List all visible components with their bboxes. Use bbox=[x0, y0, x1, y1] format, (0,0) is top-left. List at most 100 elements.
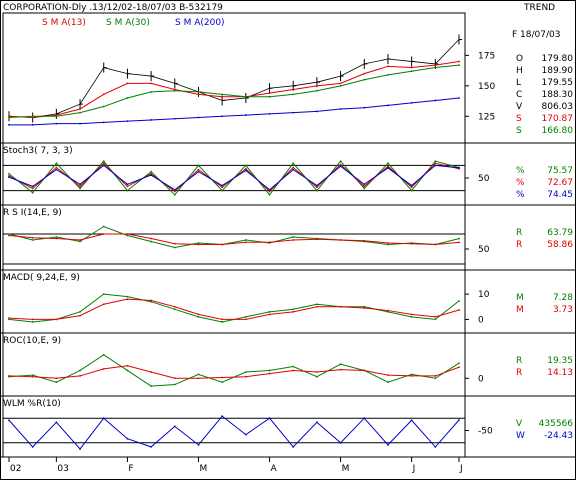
roc-data-point bbox=[315, 375, 318, 378]
macd-data-point bbox=[197, 313, 200, 316]
stochastic-data-point bbox=[221, 189, 224, 192]
rsi-data-point bbox=[150, 240, 153, 243]
williams-data-point bbox=[102, 417, 105, 420]
stochastic-data-point bbox=[197, 170, 200, 173]
roc-data-point bbox=[55, 377, 58, 380]
price-data-point bbox=[55, 122, 58, 125]
rsi-data-point bbox=[292, 236, 295, 238]
price-data-point bbox=[102, 93, 105, 96]
stochastic-data-point bbox=[387, 165, 389, 168]
roc-data-point bbox=[458, 366, 460, 369]
roc-data-point bbox=[339, 363, 342, 366]
williams-data-point bbox=[221, 415, 224, 418]
price-data-point bbox=[150, 91, 153, 93]
macd-data-point bbox=[79, 314, 81, 317]
stochastic-data-point bbox=[339, 163, 342, 166]
stochastic-value: 74.45 bbox=[547, 190, 573, 200]
roc-data-point bbox=[31, 374, 34, 377]
price-data-point bbox=[173, 89, 176, 92]
price-data-point bbox=[434, 66, 437, 69]
price-data-point bbox=[434, 64, 437, 67]
info-row-value: 189.90 bbox=[542, 66, 574, 76]
price-data-point bbox=[221, 95, 224, 98]
macd-title: MACD( 9,24,E, 9) bbox=[3, 273, 80, 283]
stochastic-data-point bbox=[197, 168, 200, 171]
rsi-data-point bbox=[197, 243, 200, 246]
price-data-point bbox=[268, 92, 271, 95]
macd-data-point bbox=[410, 313, 413, 316]
price-data-point bbox=[150, 82, 153, 85]
stochastic-title: Stoch3( 7, 3, 3) bbox=[3, 146, 73, 156]
stochastic-data-point bbox=[55, 168, 58, 171]
legend-sma13: S M A(13) bbox=[42, 18, 86, 28]
rsi-ytick-label: 50 bbox=[478, 245, 490, 255]
stochastic-data-point bbox=[126, 183, 129, 186]
info-row-label: S bbox=[516, 126, 522, 136]
stochastic-data-point bbox=[292, 166, 295, 169]
macd-data-point bbox=[387, 309, 389, 312]
stochastic-data-point bbox=[315, 186, 318, 189]
roc-data-point bbox=[150, 371, 153, 373]
rsi-value: 63.79 bbox=[547, 228, 573, 238]
stochastic-data-point bbox=[102, 160, 105, 163]
macd-data-point bbox=[292, 310, 295, 313]
rsi-value-label: R bbox=[516, 240, 522, 250]
williams-data-point bbox=[292, 446, 295, 448]
stochastic-data-point bbox=[434, 164, 437, 167]
stochastic-data-point bbox=[102, 164, 105, 167]
price-data-point bbox=[173, 117, 176, 120]
williams-data-point bbox=[8, 419, 10, 422]
stochastic-data-point bbox=[363, 183, 366, 186]
roc-data-point bbox=[102, 353, 105, 356]
rsi-data-point bbox=[31, 239, 34, 241]
price-data-point bbox=[339, 108, 342, 110]
rsi-data-point bbox=[55, 237, 58, 240]
price-legend: S M A(13) S M A(30) S M A(200) bbox=[42, 18, 225, 28]
stochastic-data-point bbox=[8, 172, 10, 175]
roc-data-point bbox=[221, 376, 224, 379]
macd-data-point bbox=[102, 303, 105, 306]
price-data-point bbox=[363, 78, 366, 81]
stochastic-data-point bbox=[410, 186, 413, 189]
rsi-data-point bbox=[102, 233, 105, 235]
stochastic-data-point bbox=[244, 167, 247, 170]
price-data-point bbox=[126, 82, 129, 85]
stochastic-data-point bbox=[31, 191, 34, 194]
rsi-data-point bbox=[102, 225, 105, 228]
williams-data-point bbox=[363, 417, 366, 420]
roc-data-point bbox=[292, 369, 295, 372]
price-data-point bbox=[363, 106, 366, 109]
stochastic-data-point bbox=[315, 189, 318, 192]
williams-value-label: W bbox=[516, 431, 525, 441]
stochastic-data-point bbox=[79, 187, 81, 190]
stochastic-data-point bbox=[31, 185, 34, 188]
roc-data-point bbox=[292, 365, 295, 368]
price-data-point bbox=[79, 122, 81, 125]
roc-data-point bbox=[173, 383, 176, 386]
roc-data-point bbox=[221, 381, 224, 384]
macd-data-point bbox=[292, 308, 295, 311]
stochastic-data-point bbox=[434, 162, 437, 165]
roc-ytick-label: 0 bbox=[478, 374, 484, 384]
roc-data-point bbox=[197, 373, 200, 376]
price-data-point bbox=[221, 93, 224, 96]
stochastic-data-point bbox=[221, 184, 224, 187]
price-data-point bbox=[292, 93, 295, 96]
roc-data-point bbox=[339, 368, 342, 371]
macd-data-point bbox=[31, 321, 34, 323]
stochastic-data-point bbox=[434, 160, 437, 163]
stochastic-data-point bbox=[173, 188, 176, 191]
macd-ytick-label: 10 bbox=[478, 290, 490, 300]
williams-data-point bbox=[339, 441, 342, 444]
williams-data-point bbox=[197, 443, 200, 446]
stochastic-data-point bbox=[268, 190, 271, 193]
price-data-point bbox=[292, 88, 295, 91]
price-data-point bbox=[458, 97, 460, 99]
stochastic-data-point bbox=[126, 189, 129, 192]
stochastic-data-point bbox=[244, 169, 247, 172]
williams-data-point bbox=[126, 437, 129, 440]
price-data-point bbox=[387, 73, 389, 76]
legend-sma200: S M A(200) bbox=[175, 18, 225, 28]
williams-data-point bbox=[315, 421, 318, 424]
stochastic-data-point bbox=[173, 190, 176, 193]
